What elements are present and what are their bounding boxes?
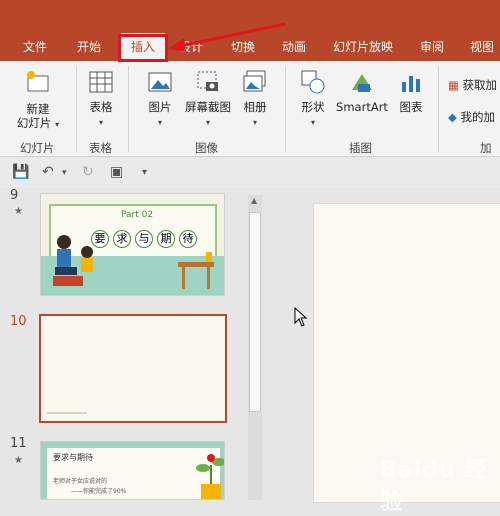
chart-label: 图表 [399, 100, 423, 114]
my-addins-label: 我的加 [460, 110, 496, 124]
thumb-title-char: 与 [135, 230, 153, 248]
tab-design[interactable]: 设计 [176, 33, 206, 61]
table-icon [89, 71, 113, 93]
chevron-down-icon: ▾ [98, 118, 103, 127]
screenshot-icon [197, 71, 218, 91]
chart-icon [402, 76, 420, 92]
thumb-part-title: Part 02 [121, 210, 154, 220]
tab-view[interactable]: 视图 [467, 33, 497, 61]
thumb-title-char: 待 [179, 230, 197, 248]
redo-icon[interactable]: ↻ [82, 164, 94, 180]
slide-thumbnail-10[interactable] [39, 314, 227, 423]
thumb-heading: 要求与期待 [53, 453, 93, 462]
group-separator [128, 66, 129, 152]
thumb-children-illustration [53, 235, 93, 286]
screenshot-button[interactable]: 屏幕截图 ▾ [182, 68, 234, 130]
slide-number: 9 [10, 188, 19, 203]
smartart-button[interactable]: SmartArt [334, 68, 390, 114]
quick-access-toolbar: 💾 ↶ ▾ ↻ ▣ ▾ [0, 158, 500, 188]
slide-number: 10 [10, 314, 27, 329]
tab-review[interactable]: 审阅 [417, 33, 447, 61]
thumb-title-char: 期 [157, 230, 175, 248]
thumb-plant-illustration [196, 454, 224, 499]
table-button[interactable]: 表格 ▾ [84, 68, 118, 130]
undo-icon[interactable]: ↶ [42, 164, 54, 180]
title-bar [0, 0, 500, 33]
chevron-down-icon: ▾ [252, 118, 257, 127]
ribbon-tab-bar: 文件 开始 插入 设计 切换 动画 幻灯片放映 审阅 视图 [0, 33, 500, 61]
my-addins-button[interactable]: ◆ 我的加 [448, 110, 500, 124]
screenshot-label: 屏幕截图 [185, 100, 231, 114]
tab-slideshow[interactable]: 幻灯片放映 [330, 33, 396, 61]
shapes-icon [301, 70, 325, 94]
store-icon: ▦ [448, 78, 459, 92]
new-slide-icon [27, 71, 49, 92]
new-slide-button[interactable]: 新建 幻灯片 ▾ [12, 68, 64, 132]
picture-button[interactable]: 图片 ▾ [142, 68, 178, 130]
present-icon[interactable]: ▣ [110, 164, 123, 180]
shapes-button[interactable]: 形状 ▾ [296, 68, 330, 130]
new-slide-label: 新建 幻灯片 [16, 102, 52, 130]
group-label-tables: 表格 [89, 141, 112, 155]
tab-transitions[interactable]: 切换 [228, 33, 258, 61]
thumb-line-1: 老师对子女应说对的 [53, 478, 108, 485]
shapes-label: 形状 [301, 100, 325, 114]
tab-file[interactable]: 文件 [20, 33, 50, 61]
group-separator [285, 66, 286, 152]
transition-star-icon: ★ [14, 206, 23, 217]
watermark: Baidu 经验 [380, 458, 488, 515]
scrollbar-thumb[interactable] [249, 212, 261, 412]
chevron-down-icon: ▾ [310, 118, 315, 127]
smartart-icon [352, 74, 372, 92]
photo-album-button[interactable]: 相册 ▾ [238, 68, 272, 130]
save-icon[interactable]: 💾 [12, 164, 29, 180]
slide-thumbnail-11[interactable]: 要求与期待 老师对子女应说对的 ——你能完成了90% [40, 441, 225, 500]
chevron-down-icon: ▾ [157, 118, 162, 127]
group-label-images: 图像 [195, 141, 218, 155]
chevron-down-icon[interactable]: ▾ [62, 168, 67, 178]
slide-thumbnail-9[interactable]: Part 02 要 求 与 期 待 [40, 193, 225, 296]
thumb-line-2: ——你能完成了90% [71, 488, 127, 495]
table-label: 表格 [89, 100, 113, 114]
group-separator [76, 66, 77, 152]
chevron-down-icon: ▾ [205, 118, 210, 127]
photo-album-icon [243, 70, 266, 92]
mouse-cursor-icon [294, 307, 308, 327]
photo-album-label: 相册 [243, 100, 267, 114]
group-label-illustrations: 插图 [349, 141, 372, 155]
chevron-down-icon: ▾ [55, 120, 60, 129]
group-label-slides: 幻灯片 [20, 141, 55, 155]
customize-qat-icon[interactable]: ▾ [142, 167, 147, 178]
tab-home[interactable]: 开始 [74, 33, 104, 61]
thumb-desk-illustration [178, 252, 214, 289]
scroll-up-icon[interactable]: ▲ [251, 196, 257, 205]
smartart-label: SmartArt [336, 100, 388, 114]
get-addins-label: 获取加 [462, 78, 498, 92]
chart-button[interactable]: 图表 [394, 68, 428, 114]
thumb-title-char: 求 [113, 230, 131, 248]
slide-number: 11 [10, 436, 27, 451]
addins-icon: ◆ [448, 110, 457, 124]
tab-insert[interactable]: 插入 [121, 33, 165, 61]
transition-star-icon: ★ [14, 455, 23, 466]
picture-icon [148, 72, 172, 92]
get-addins-button[interactable]: ▦ 获取加 [448, 78, 500, 92]
picture-label: 图片 [148, 100, 172, 114]
tab-animations[interactable]: 动画 [279, 33, 309, 61]
group-separator [438, 66, 439, 152]
thumb-footer-line [47, 412, 87, 414]
